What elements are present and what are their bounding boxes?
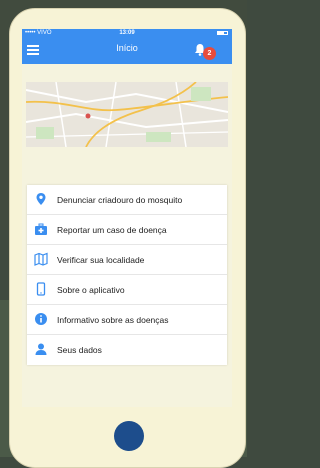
menu-item-label: Seus dados [57,345,102,355]
map-image [26,82,228,147]
user-icon [35,343,47,355]
menu-item-disease-info[interactable]: Informativo sobre as doenças [27,305,227,335]
main-menu: Denunciar criadouro do mosquito Reportar… [27,185,227,365]
menu-item-report-breeding-site[interactable]: Denunciar criadouro do mosquito [27,185,227,215]
map-icon [34,252,48,266]
info-icon [35,313,47,325]
menu-item-about-app[interactable]: Sobre o aplicativo [27,275,227,305]
notification-badge: 2 [203,47,216,60]
top-navbar: Início 2 [22,37,232,64]
map-pin-icon [36,193,46,205]
home-button[interactable] [114,421,144,451]
menu-item-label: Denunciar criadouro do mosquito [57,195,183,205]
menu-item-report-disease-case[interactable]: Reportar um caso de doença [27,215,227,245]
menu-item-label: Verificar sua localidade [57,255,145,265]
map-preview[interactable] [26,82,228,147]
menu-item-label: Reportar um caso de doença [57,225,167,235]
status-bar: ••••• VIVO 13:09 [22,29,232,37]
smartphone-icon [36,282,46,296]
clock: 13:09 [119,30,135,36]
app-screen: ••••• VIVO 13:09 Início 2 Denunciar cria… [22,29,232,407]
menu-item-check-location[interactable]: Verificar sua localidade [27,245,227,275]
battery-icon [217,31,228,35]
menu-item-label: Sobre o aplicativo [57,285,125,295]
first-aid-kit-icon [35,223,47,235]
menu-item-your-data[interactable]: Seus dados [27,335,227,365]
menu-item-label: Informativo sobre as doenças [57,315,169,325]
